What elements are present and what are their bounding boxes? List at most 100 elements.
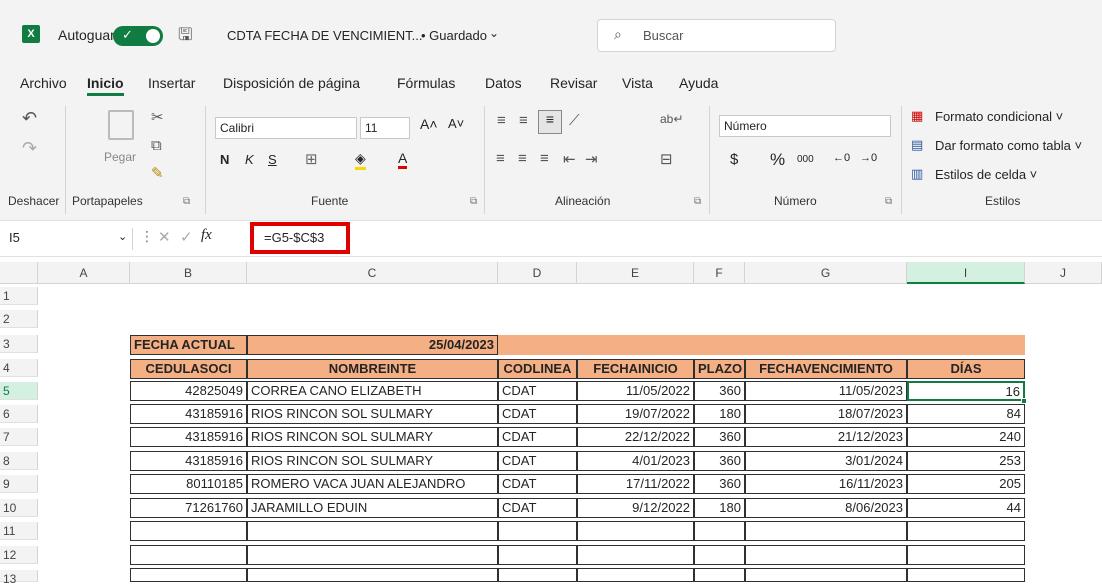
italic-button[interactable]: K <box>245 152 254 167</box>
fill-color-icon[interactable]: ◈ <box>355 150 366 170</box>
cell-plazo[interactable]: 360 <box>694 427 745 447</box>
tab-inicio[interactable]: Inicio <box>87 75 124 96</box>
underline-button[interactable]: S <box>268 152 277 167</box>
column-header-i[interactable]: I <box>907 262 1025 284</box>
select-all-corner[interactable] <box>0 262 38 284</box>
formula-input[interactable]: =G5-$C$3 <box>264 230 324 245</box>
font-size-select[interactable]: 11 <box>360 117 410 139</box>
column-header-b[interactable]: B <box>130 262 247 284</box>
cell-nombreinte[interactable]: RIOS RINCON SOL SULMARY <box>247 427 498 447</box>
cell-fechavencimiento[interactable]: 21/12/2023 <box>745 427 907 447</box>
function-icon[interactable]: fx <box>201 227 212 244</box>
tab-datos[interactable]: Datos <box>485 75 522 91</box>
row-header-5[interactable]: 5 <box>0 382 38 400</box>
cell-fechainicio[interactable]: 19/07/2022 <box>577 404 694 424</box>
column-header-g[interactable]: G <box>745 262 907 284</box>
row-header-12[interactable]: 12 <box>0 546 38 564</box>
cell-nombreinte[interactable]: JARAMILLO EDUIN <box>247 498 498 518</box>
column-header-j[interactable]: J <box>1025 262 1102 284</box>
decrease-decimal-icon[interactable]: →0 <box>860 152 877 164</box>
cell-cedulasoci[interactable]: 42825049 <box>130 381 247 401</box>
empty-cell[interactable] <box>498 521 577 541</box>
cell-codlinea[interactable]: CDAT <box>498 404 577 424</box>
row-header-4[interactable]: 4 <box>0 359 38 377</box>
file-name[interactable]: CDTA FECHA DE VENCIMIENT... <box>227 28 423 43</box>
align-top-icon[interactable]: ≡ <box>497 112 506 129</box>
empty-cell[interactable] <box>694 568 745 582</box>
empty-cell[interactable] <box>247 545 498 565</box>
increase-indent-icon[interactable]: ⇥ <box>585 150 598 168</box>
column-header-d[interactable]: D <box>498 262 577 284</box>
row-header-9[interactable]: 9 <box>0 475 38 493</box>
cell-dias-selected[interactable]: 16 <box>907 381 1025 401</box>
borders-icon[interactable]: ⊞ <box>305 150 318 168</box>
increase-font-icon[interactable]: A˄ <box>420 116 438 132</box>
column-header-e[interactable]: E <box>577 262 694 284</box>
percent-button[interactable]: % <box>770 150 785 170</box>
tab-formulas[interactable]: Fórmulas <box>397 75 455 91</box>
row-header-3[interactable]: 3 <box>0 335 38 353</box>
decrease-indent-icon[interactable]: ⇤ <box>563 150 576 168</box>
increase-decimal-icon[interactable]: ←0 <box>833 152 850 164</box>
chevron-down-icon[interactable]: ⌄ <box>118 230 127 243</box>
redo-icon[interactable]: ↷ <box>22 138 37 159</box>
paste-icon[interactable] <box>108 110 134 140</box>
cell-dias[interactable]: 205 <box>907 474 1025 494</box>
row-header-13[interactable]: 13 <box>0 570 38 586</box>
cancel-icon[interactable]: ✕ <box>158 228 171 246</box>
empty-cell[interactable] <box>745 568 907 582</box>
paste-label[interactable]: Pegar <box>104 150 136 164</box>
cell-cedulasoci[interactable]: 43185916 <box>130 404 247 424</box>
cell-fechavencimiento[interactable]: 3/01/2024 <box>745 451 907 471</box>
tab-insertar[interactable]: Insertar <box>148 75 195 91</box>
align-right-icon[interactable]: ≡ <box>540 150 549 167</box>
header-cedulasoci[interactable]: CEDULASOCI <box>130 359 247 379</box>
empty-cell[interactable] <box>745 545 907 565</box>
thousands-button[interactable]: 000 <box>797 154 814 165</box>
empty-cell[interactable] <box>577 521 694 541</box>
cell-codlinea[interactable]: CDAT <box>498 474 577 494</box>
cell-fechavencimiento[interactable]: 16/11/2023 <box>745 474 907 494</box>
cell-fechainicio[interactable]: 4/01/2023 <box>577 451 694 471</box>
tab-ayuda[interactable]: Ayuda <box>679 75 718 91</box>
row-header-1[interactable]: 1 <box>0 287 38 305</box>
cell-dias[interactable]: 253 <box>907 451 1025 471</box>
empty-cell[interactable] <box>130 521 247 541</box>
header-fechainicio[interactable]: FECHAINICIO <box>577 359 694 379</box>
cell-codlinea[interactable]: CDAT <box>498 427 577 447</box>
decrease-font-icon[interactable]: A˅ <box>448 116 464 131</box>
enter-icon[interactable]: ✓ <box>180 228 193 246</box>
empty-cell[interactable] <box>694 545 745 565</box>
column-header-c[interactable]: C <box>247 262 498 284</box>
cell-plazo[interactable]: 360 <box>694 451 745 471</box>
cell-styles-button[interactable]: Estilos de celda ˅ <box>935 167 1037 182</box>
empty-cell[interactable] <box>130 568 247 582</box>
cell-fechainicio[interactable]: 17/11/2022 <box>577 474 694 494</box>
cell-nombreinte[interactable]: ROMERO VACA JUAN ALEJANDRO <box>247 474 498 494</box>
empty-cell[interactable] <box>907 521 1025 541</box>
save-icon[interactable]: 🖫 <box>178 22 192 51</box>
cell-plazo[interactable]: 360 <box>694 381 745 401</box>
cell-b3[interactable]: FECHA ACTUAL <box>130 335 247 355</box>
header-plazo[interactable]: PLAZO <box>694 359 745 379</box>
autosave-toggle[interactable]: ✓ <box>113 26 163 46</box>
row-header-10[interactable]: 10 <box>0 499 38 517</box>
wrap-text-icon[interactable]: ab↵ <box>660 112 683 126</box>
header-codlinea[interactable]: CODLINEA <box>498 359 577 379</box>
font-color-icon[interactable]: A <box>398 150 408 169</box>
fill-handle[interactable] <box>1021 398 1027 404</box>
font-name-select[interactable]: Calibri <box>215 117 357 139</box>
align-middle-icon[interactable]: ≡ <box>519 112 528 129</box>
cell-dias[interactable]: 44 <box>907 498 1025 518</box>
cell-dias[interactable]: 240 <box>907 427 1025 447</box>
cell-codlinea[interactable]: CDAT <box>498 451 577 471</box>
save-status[interactable]: • Guardado <box>421 28 487 43</box>
cell-plazo[interactable]: 180 <box>694 404 745 424</box>
row-header-7[interactable]: 7 <box>0 428 38 446</box>
cell-fechainicio[interactable]: 11/05/2022 <box>577 381 694 401</box>
cell-cedulasoci[interactable]: 80110185 <box>130 474 247 494</box>
align-left-icon[interactable]: ≡ <box>496 150 505 167</box>
cell-fechavencimiento[interactable]: 8/06/2023 <box>745 498 907 518</box>
cell-nombreinte[interactable]: RIOS RINCON SOL SULMARY <box>247 404 498 424</box>
cell-fechainicio[interactable]: 22/12/2022 <box>577 427 694 447</box>
